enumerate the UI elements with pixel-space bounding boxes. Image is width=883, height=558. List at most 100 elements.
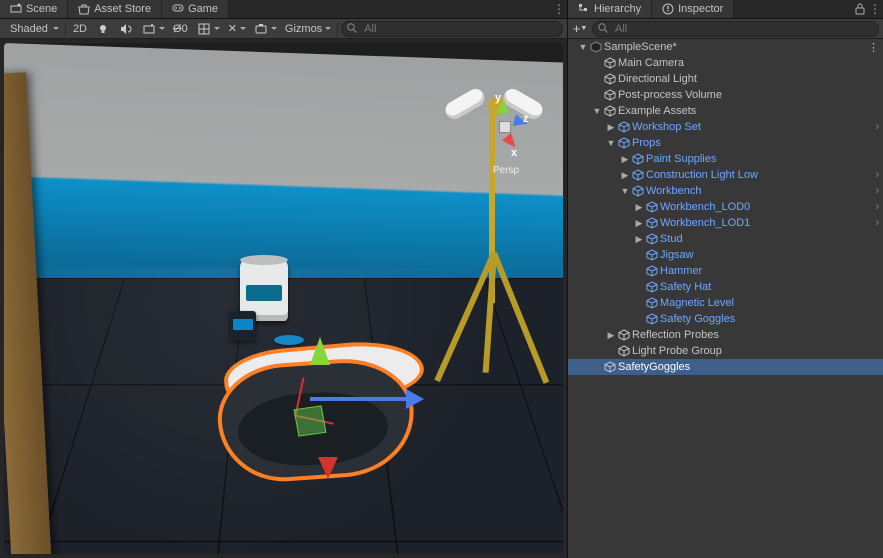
expand-arrow-icon[interactable]: ▶ [620, 170, 630, 181]
create-button[interactable]: +▼ [572, 21, 588, 37]
camera-toggle[interactable] [250, 20, 280, 38]
scene-search-input[interactable] [364, 23, 558, 35]
tab-inspector[interactable]: Inspector [652, 0, 734, 18]
hierarchy-item[interactable]: ▶Magnetic Level [568, 295, 883, 311]
hierarchy-item[interactable]: ▶Paint Supplies [568, 151, 883, 167]
prefab-icon [646, 249, 658, 261]
audio-toggle[interactable] [115, 20, 137, 38]
gizmos-toggle[interactable]: Gizmos [281, 20, 334, 38]
hierarchy-item[interactable]: ▶Post-process Volume [568, 87, 883, 103]
tab-game[interactable]: Game [162, 0, 229, 18]
hierarchy-item-label: Construction Light Low [646, 169, 758, 181]
move-gizmo-plane-icon[interactable] [294, 405, 327, 436]
game-icon [172, 3, 184, 15]
hierarchy-item[interactable]: ▶Hammer [568, 263, 883, 279]
grid-toggle[interactable] [193, 20, 223, 38]
hierarchy-item[interactable]: ▼Workbench› [568, 183, 883, 199]
projection-label[interactable]: Persp [493, 165, 519, 176]
hierarchy-item-label: Safety Hat [660, 281, 711, 293]
toggle-2d-button[interactable]: 2D [69, 20, 91, 38]
scene-paint-bucket-small [230, 311, 256, 341]
expand-arrow-icon[interactable]: ▼ [620, 186, 630, 196]
hierarchy-item[interactable]: ▶Safety Goggles [568, 311, 883, 327]
scene-search-box[interactable] [341, 21, 563, 37]
enter-prefab-icon[interactable]: › [875, 217, 883, 229]
hierarchy-item[interactable]: ▶ Workbench_LOD0 › [568, 199, 883, 215]
hierarchy-item-label: Main Camera [618, 57, 684, 69]
hierarchy-icon [578, 3, 590, 15]
hierarchy-item[interactable]: ▶Reflection Probes [568, 327, 883, 343]
hierarchy-item[interactable]: ▼Example Assets [568, 103, 883, 119]
tools-toggle[interactable]: ✕ [224, 20, 249, 38]
hierarchy-item[interactable]: ▶ Construction Light Low › [568, 167, 883, 183]
gameobject-icon [604, 57, 616, 69]
hierarchy-item-label: Directional Light [618, 73, 697, 85]
orientation-gizmo[interactable]: y z x Persp [475, 97, 535, 157]
enter-prefab-icon[interactable]: › [875, 185, 883, 197]
search-icon [597, 22, 611, 36]
tab-scene[interactable]: Scene [0, 0, 68, 18]
prefab-icon [646, 217, 658, 229]
scene-icon [10, 3, 22, 15]
tab-asset-store[interactable]: Asset Store [68, 0, 162, 18]
hierarchy-item[interactable]: ▶Safety Hat [568, 279, 883, 295]
move-gizmo-down-icon[interactable] [318, 457, 338, 479]
hierarchy-item[interactable]: ▶Jigsaw [568, 247, 883, 263]
fx-icon [142, 22, 156, 36]
enter-prefab-icon[interactable]: › [875, 201, 883, 213]
pane-menu-icon[interactable]: ⋮ [551, 2, 567, 16]
hierarchy-item-label: Safety Goggles [660, 313, 735, 325]
scene-menu-icon[interactable]: ⋮ [868, 41, 883, 54]
hierarchy-tree[interactable]: ▼SampleScene*⋮▶Main Camera▶Directional L… [568, 39, 883, 558]
gameobject-icon [618, 345, 630, 357]
expand-arrow-icon[interactable]: ▶ [620, 154, 630, 165]
hierarchy-item-label: Jigsaw [660, 249, 694, 261]
gameobject-icon [618, 329, 630, 341]
hierarchy-item[interactable]: ▶Directional Light [568, 71, 883, 87]
hierarchy-item-label: Workbench_LOD1 [660, 217, 750, 229]
shading-mode-select[interactable]: Shaded [4, 20, 62, 38]
enter-prefab-icon[interactable]: › [875, 121, 883, 133]
hierarchy-item[interactable]: ▶Stud [568, 231, 883, 247]
prefab-icon [646, 233, 658, 245]
axis-cube-icon[interactable] [499, 121, 511, 133]
hierarchy-item-label: Workbench_LOD0 [660, 201, 750, 213]
expand-arrow-icon[interactable]: ▶ [606, 330, 616, 341]
scene-safety-goggles[interactable] [218, 341, 422, 487]
hierarchy-item[interactable]: ▼ SampleScene* ⋮ [568, 39, 883, 55]
scene-viewport[interactable]: y z x Persp [0, 39, 567, 558]
expand-arrow-icon[interactable]: ▼ [578, 42, 588, 52]
hierarchy-item-label: SampleScene* [604, 41, 677, 53]
pane-menu-icon[interactable]: ⋮ [867, 2, 883, 16]
expand-arrow-icon[interactable]: ▼ [606, 138, 616, 148]
gameobject-icon [604, 89, 616, 101]
lighting-toggle[interactable] [92, 20, 114, 38]
gameobject-icon [604, 361, 616, 373]
hierarchy-item[interactable]: ▶Light Probe Group [568, 343, 883, 359]
hierarchy-item[interactable]: ▶Workshop Set› [568, 119, 883, 135]
hierarchy-item-label: Props [632, 137, 661, 149]
lock-icon[interactable] [853, 2, 867, 16]
expand-arrow-icon[interactable]: ▶ [606, 122, 616, 133]
fx-toggle[interactable] [138, 20, 168, 38]
hierarchy-item[interactable]: ▶Main Camera [568, 55, 883, 71]
expand-arrow-icon[interactable]: ▶ [634, 218, 644, 229]
hierarchy-item[interactable]: ▼ Props [568, 135, 883, 151]
axis-x-label: x [511, 147, 517, 159]
expand-arrow-icon[interactable]: ▶ [634, 234, 644, 245]
tools-icon: ✕ [228, 22, 237, 35]
hierarchy-search-input[interactable] [615, 23, 874, 35]
hidden-toggle[interactable]: Ø0 [169, 20, 192, 38]
hierarchy-search-box[interactable] [592, 21, 879, 37]
tab-hierarchy[interactable]: Hierarchy [568, 0, 652, 18]
prefab-icon [618, 137, 630, 149]
enter-prefab-icon[interactable]: › [875, 169, 883, 181]
hierarchy-item-label: SafetyGoggles [618, 361, 690, 373]
tab-game-label: Game [188, 3, 218, 15]
hierarchy-item[interactable]: ▶ Workbench_LOD1 › [568, 215, 883, 231]
expand-arrow-icon[interactable]: ▶ [634, 202, 644, 213]
move-gizmo-y-icon[interactable] [310, 337, 330, 365]
expand-arrow-icon[interactable]: ▼ [592, 106, 602, 116]
tab-asset-store-label: Asset Store [94, 3, 151, 15]
hierarchy-item[interactable]: ▶SafetyGoggles [568, 359, 883, 375]
